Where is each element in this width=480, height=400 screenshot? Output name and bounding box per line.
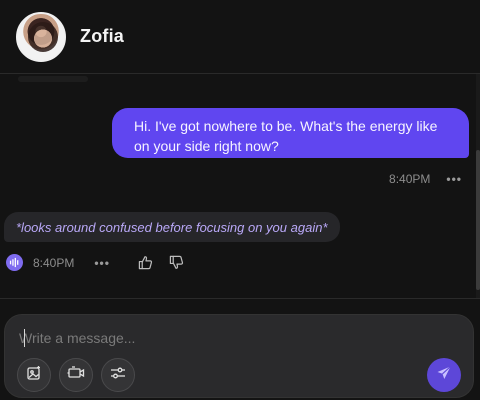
bot-message-meta: 8:40PM ••• — [6, 254, 184, 271]
chat-header: Zofia — [0, 0, 480, 74]
scrollbar-thumb[interactable] — [476, 150, 480, 290]
bot-message-text: *looks around confused before focusing o… — [16, 219, 328, 235]
message-composer — [4, 314, 474, 398]
user-message-bubble: Hi. I've got nowhere to be. What's the e… — [112, 108, 469, 158]
image-generate-icon — [26, 365, 42, 386]
send-icon — [436, 365, 452, 386]
more-options-icon[interactable]: ••• — [94, 256, 110, 270]
settings-sliders-icon — [110, 366, 126, 385]
composer-divider — [0, 298, 480, 299]
user-message-meta: 8:40PM ••• — [389, 172, 462, 186]
video-button[interactable] — [59, 358, 93, 392]
avatar[interactable] — [16, 11, 66, 62]
video-camera-icon — [67, 365, 85, 385]
faded-previous-content — [18, 76, 88, 82]
chat-app: Zofia Hi. I've got nowhere to be. What's… — [0, 0, 480, 400]
play-audio-icon[interactable] — [6, 254, 23, 271]
user-message-text: Hi. I've got nowhere to be. What's the e… — [134, 118, 438, 154]
thumbs-down-icon[interactable] — [169, 255, 184, 270]
more-options-icon[interactable]: ••• — [446, 172, 462, 186]
image-generate-button[interactable] — [17, 358, 51, 392]
send-button[interactable] — [427, 358, 461, 392]
text-caret — [24, 329, 25, 347]
contact-name[interactable]: Zofia — [80, 26, 124, 47]
user-message-time: 8:40PM — [389, 172, 431, 186]
settings-button[interactable] — [101, 358, 135, 392]
bot-message-bubble: *looks around confused before focusing o… — [4, 212, 340, 242]
message-input[interactable] — [19, 327, 439, 349]
thumbs-up-icon[interactable] — [138, 255, 153, 270]
bot-message-time: 8:40PM — [33, 255, 75, 270]
